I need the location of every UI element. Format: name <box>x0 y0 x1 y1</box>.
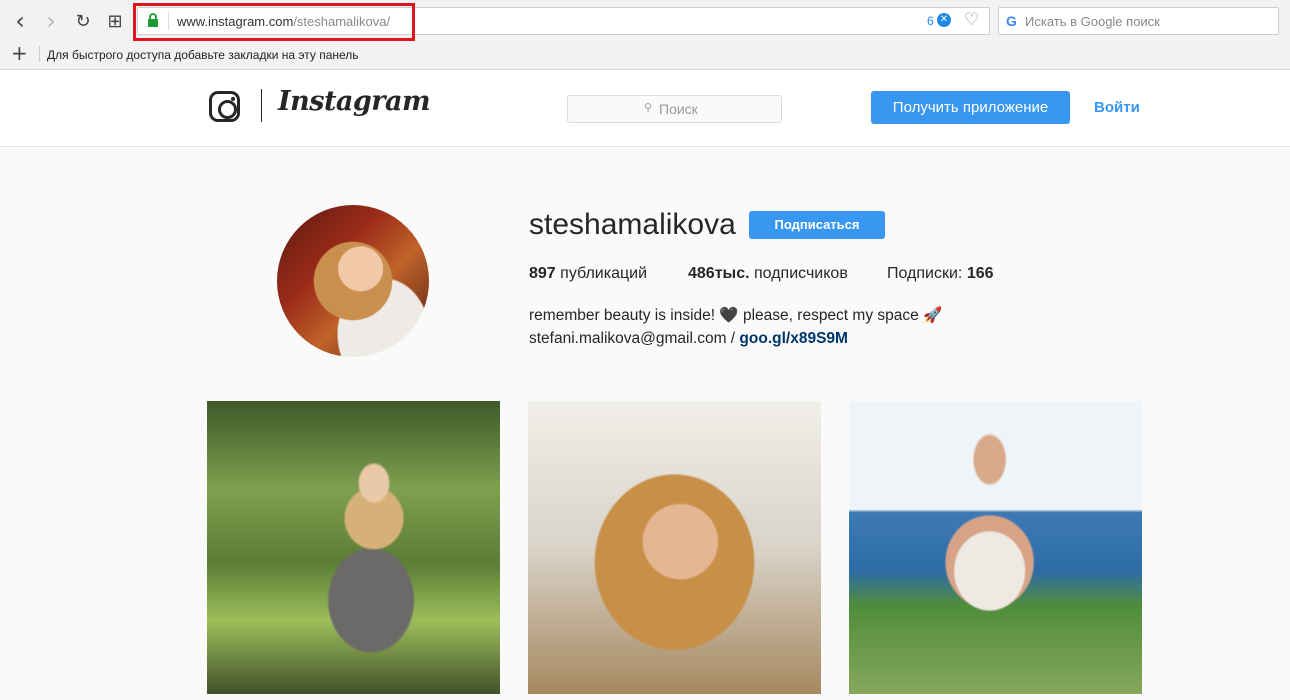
speeddial-button[interactable]: ⊞ <box>103 9 127 33</box>
instagram-logo-icon[interactable] <box>209 91 240 122</box>
profile-username: steshamalikova <box>529 208 736 241</box>
post-thumbnail-2[interactable] <box>528 401 821 694</box>
bookmark-separator <box>39 46 40 62</box>
following-count: 166 <box>966 265 994 282</box>
add-bookmark-icon[interactable]: + <box>11 43 28 63</box>
login-link[interactable]: Войти <box>1094 99 1140 116</box>
instagram-search-placeholder: Поиск <box>659 101 698 117</box>
back-button[interactable]: ‹ <box>8 7 32 35</box>
adblock-icon[interactable]: ✕ <box>937 13 951 27</box>
bio-contact: stefani.malikova@gmail.com / goo.gl/x89S… <box>529 330 848 348</box>
reload-button[interactable]: ↻ <box>71 9 95 33</box>
following-label: Подписки: <box>887 265 967 282</box>
posts-stat: 897 публикаций <box>529 265 647 283</box>
followers-label: подписчиков <box>749 265 848 282</box>
heart-icon[interactable]: ♡ <box>964 10 979 30</box>
followers-stat[interactable]: 486тыс. подписчиков <box>688 265 848 283</box>
bio-line: remember beauty is inside! 🖤 please, res… <box>529 307 943 324</box>
following-stat[interactable]: Подписки: 166 <box>887 265 994 283</box>
post-thumbnail-1[interactable] <box>207 401 500 694</box>
url-highlight-box <box>133 3 415 41</box>
posts-count: 897 <box>529 265 556 282</box>
instagram-wordmark[interactable]: Instagram <box>278 86 431 117</box>
logo-divider <box>261 89 262 122</box>
get-app-button[interactable]: Получить приложение <box>871 91 1070 124</box>
follow-button[interactable]: Подписаться <box>749 211 885 239</box>
bio-link[interactable]: goo.gl/x89S9M <box>739 330 848 347</box>
browser-search-placeholder: Искать в Google поиск <box>1025 14 1160 29</box>
bio-email: stefani.malikova@gmail.com / <box>529 330 740 347</box>
followers-count: 486тыс. <box>688 265 750 282</box>
search-icon: ⚲ <box>644 101 653 114</box>
posts-label: публикаций <box>555 265 647 282</box>
bookmarks-hint: Для быстрого доступа добавьте закладки н… <box>47 48 359 62</box>
profile-avatar <box>277 205 429 357</box>
forward-button[interactable]: › <box>39 7 63 35</box>
adblock-count: 6 <box>927 14 934 28</box>
post-thumbnail-3[interactable] <box>849 401 1142 694</box>
google-icon: G <box>1006 13 1017 29</box>
